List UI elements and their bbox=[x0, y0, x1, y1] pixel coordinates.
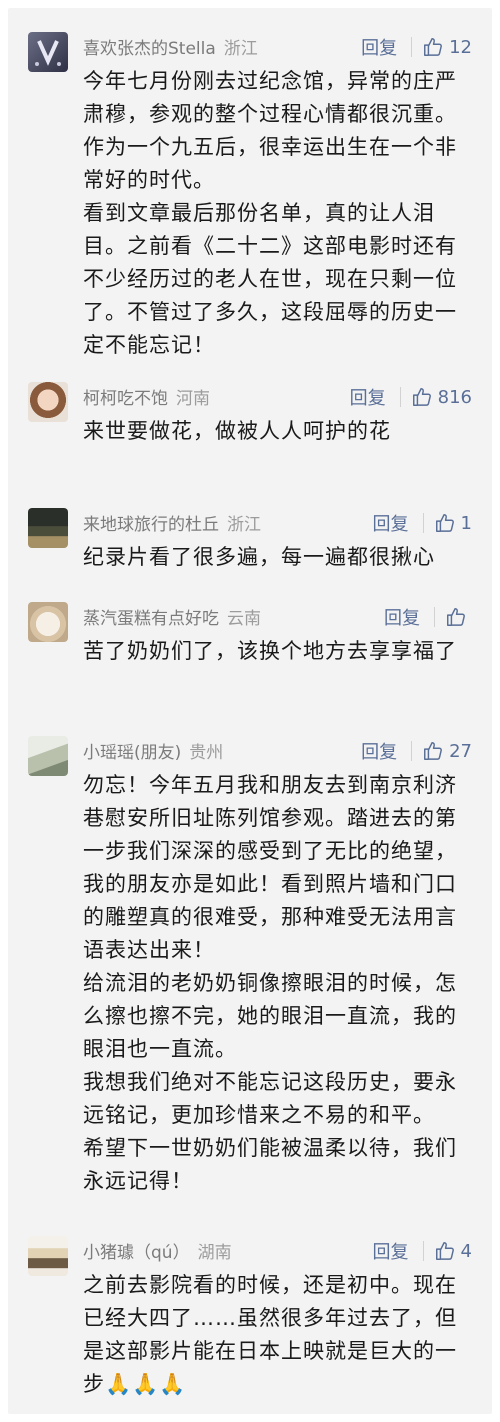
comment-text: 纪录片看了很多遍，每一遍都很揪心 bbox=[83, 545, 435, 569]
reply-button[interactable]: 回复 bbox=[350, 384, 386, 410]
thumbs-up-icon[interactable] bbox=[445, 606, 467, 628]
comment-header: 喜欢张杰的Stella 浙江 bbox=[83, 34, 258, 59]
avatar[interactable] bbox=[28, 736, 68, 776]
comment-header: 来地球旅行的杜丘 浙江 bbox=[83, 510, 261, 535]
reply-button[interactable]: 回复 bbox=[361, 738, 397, 764]
region-label: 贵州 bbox=[189, 743, 224, 763]
avatar[interactable] bbox=[28, 382, 68, 422]
nickname[interactable]: 小瑶瑶(朋友) bbox=[83, 743, 181, 763]
comment-text: 今年七月份刚去过纪念馆，异常的庄严肃穆，参观的整个过程心情都很沉重。作为一个九五… bbox=[83, 69, 457, 357]
reply-button[interactable]: 回复 bbox=[373, 1238, 409, 1264]
avatar[interactable] bbox=[28, 602, 68, 642]
region-label: 云南 bbox=[227, 609, 261, 629]
divider bbox=[411, 741, 413, 761]
comment-header: 小瑶瑶(朋友) 贵州 bbox=[83, 738, 223, 763]
thumbs-up-icon[interactable] bbox=[434, 1240, 456, 1262]
comment-header: 蒸汽蛋糕有点好吃 云南 bbox=[83, 604, 261, 629]
thumbs-up-icon[interactable] bbox=[422, 36, 444, 58]
like-count: 816 bbox=[437, 386, 472, 408]
nickname[interactable]: 小猪璩（qú） bbox=[83, 1243, 190, 1263]
thumbs-up-icon[interactable] bbox=[422, 740, 444, 762]
region-label: 河南 bbox=[176, 389, 210, 409]
nickname[interactable]: 喜欢张杰的Stella bbox=[83, 39, 216, 59]
region-label: 浙江 bbox=[223, 39, 258, 59]
comments-panel: 喜欢张杰的Stella 浙江 回复 12 今年七月份刚去过纪念馆，异常的庄严肃穆，… bbox=[8, 8, 492, 1414]
comment-text: 苦了奶奶们了，该换个地方去享享福了 bbox=[83, 639, 457, 663]
avatar[interactable] bbox=[28, 508, 68, 548]
thumbs-up-icon[interactable] bbox=[411, 386, 433, 408]
comment-header: 小猪璩（qú） 湖南 bbox=[83, 1238, 232, 1263]
thumbs-up-icon[interactable] bbox=[434, 512, 456, 534]
comment-text: 来世要做花，做被人人呵护的花 bbox=[83, 419, 391, 443]
divider bbox=[422, 513, 424, 533]
divider bbox=[399, 387, 401, 407]
like-count: 12 bbox=[449, 36, 472, 58]
reply-button[interactable]: 回复 bbox=[361, 34, 397, 60]
like-count: 27 bbox=[449, 740, 472, 762]
avatar[interactable] bbox=[28, 1236, 68, 1276]
divider bbox=[411, 37, 413, 57]
comment-text: 之前去影院看的时候，还是初中。现在已经大四了……虽然很多年过去了，但是这部影片能… bbox=[83, 1273, 457, 1396]
divider bbox=[434, 607, 435, 627]
reply-button[interactable]: 回复 bbox=[384, 604, 420, 630]
nickname[interactable]: 柯柯吃不饱 bbox=[83, 389, 168, 409]
region-label: 湖南 bbox=[197, 1243, 232, 1263]
region-label: 浙江 bbox=[227, 515, 261, 535]
nickname[interactable]: 蒸汽蛋糕有点好吃 bbox=[83, 609, 219, 629]
divider bbox=[422, 1241, 424, 1261]
comment-header: 柯柯吃不饱 河南 bbox=[83, 384, 210, 409]
avatar[interactable] bbox=[28, 32, 68, 72]
like-count: 4 bbox=[460, 1240, 472, 1262]
reply-button[interactable]: 回复 bbox=[373, 510, 409, 536]
nickname[interactable]: 来地球旅行的杜丘 bbox=[83, 515, 219, 535]
like-count: 1 bbox=[460, 512, 472, 534]
comment-text: 勿忘！今年五月我和朋友去到南京利济巷慰安所旧址陈列馆参观。踏进去的第一步我们深深… bbox=[83, 773, 457, 1193]
